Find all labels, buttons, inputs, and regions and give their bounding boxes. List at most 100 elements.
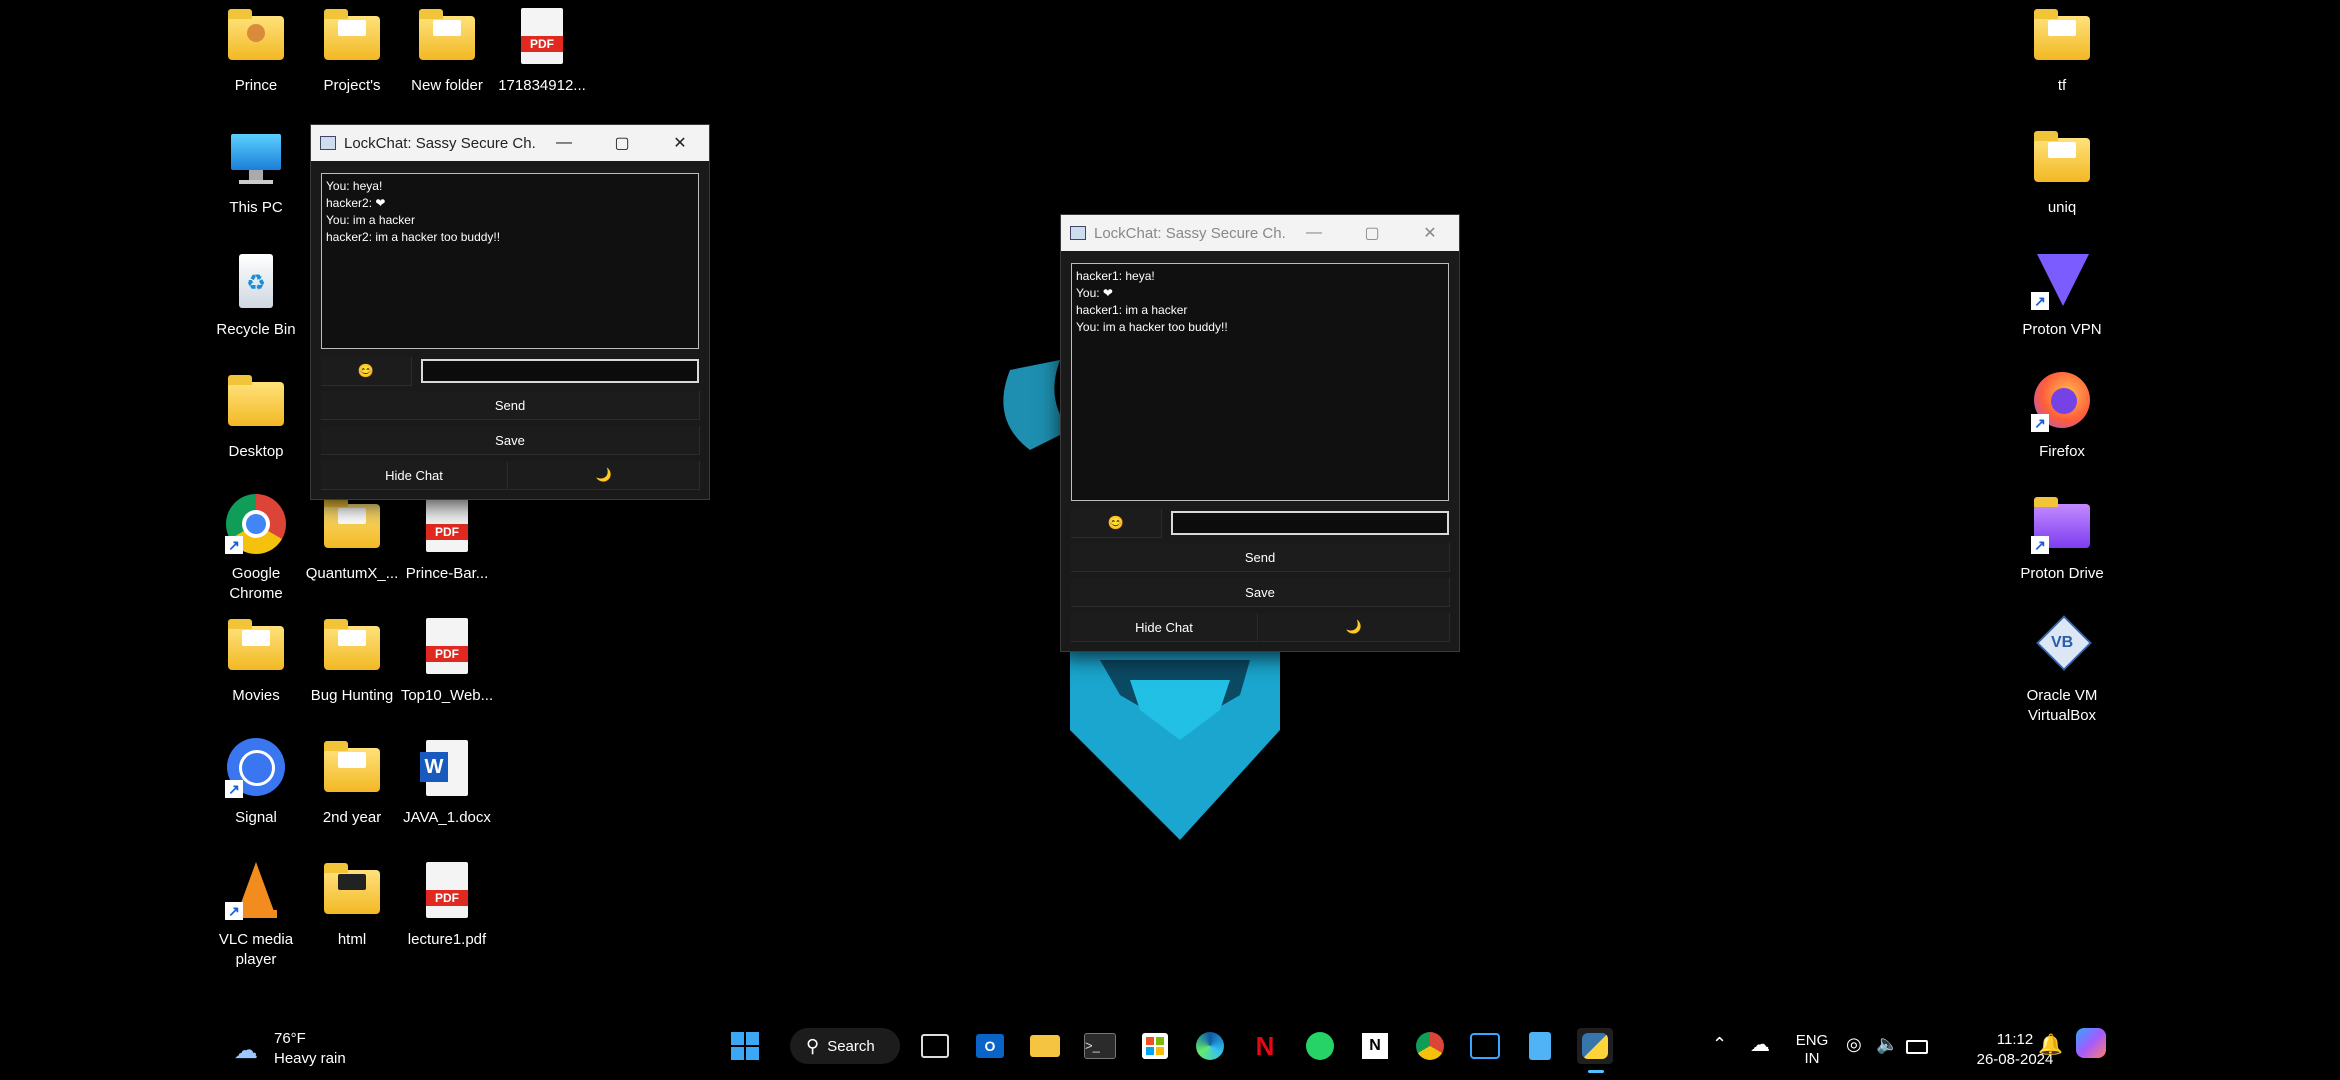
emoji-button[interactable]: 😊 bbox=[1071, 509, 1162, 538]
terminal-icon[interactable]: >_ bbox=[1082, 1028, 1118, 1064]
desktop-icon-label: Proton VPN bbox=[2022, 321, 2102, 338]
desktop-icon-label: JAVA_1.docx bbox=[403, 809, 491, 826]
language-indicator[interactable]: ENG IN bbox=[1792, 1032, 1832, 1068]
pdf-icon: PDF bbox=[416, 496, 478, 554]
desktop-icon-bug-hunting[interactable]: Bug Hunting bbox=[300, 618, 404, 706]
outlook-icon[interactable]: O bbox=[972, 1028, 1008, 1064]
desktop-icon-lecture1[interactable]: PDF lecture1.pdf bbox=[395, 862, 499, 950]
minimize-button[interactable]: — bbox=[535, 125, 593, 161]
windows-logo-icon bbox=[731, 1032, 759, 1060]
desktop-icon-prince-bar[interactable]: PDF Prince-Bar... bbox=[395, 496, 499, 584]
desktop-icon-movies[interactable]: Movies bbox=[204, 618, 308, 706]
desktop-icon-label: Desktop bbox=[228, 443, 284, 460]
microsoft-store-icon[interactable] bbox=[1137, 1028, 1173, 1064]
notification-bell-icon[interactable]: 🔔 bbox=[2038, 1032, 2063, 1057]
notion-icon[interactable]: N bbox=[1357, 1028, 1393, 1064]
desktop-icon-label: This PC bbox=[229, 199, 283, 216]
desktop-icon-signal[interactable]: ↗ Signal bbox=[204, 738, 308, 828]
maximize-button[interactable]: ▢ bbox=[1343, 215, 1401, 251]
start-button[interactable] bbox=[727, 1028, 763, 1064]
chat-message: hacker2: im a hacker too buddy!! bbox=[326, 230, 501, 244]
minimize-button[interactable]: — bbox=[1285, 215, 1343, 251]
desktop-icon-html[interactable]: html bbox=[300, 862, 404, 950]
proton-drive-icon: ↗ bbox=[2031, 496, 2093, 554]
folder-icon bbox=[321, 740, 383, 798]
chat-message: hacker1: heya! bbox=[1076, 269, 1155, 283]
desktop-icon-java-docx[interactable]: W JAVA_1.docx bbox=[395, 740, 499, 828]
desktop-icon-label: 2nd year bbox=[322, 809, 382, 826]
cloud-rain-icon: ☁ bbox=[234, 1037, 258, 1064]
hide-chat-button[interactable]: Hide Chat bbox=[1071, 613, 1258, 642]
computer-icon bbox=[225, 130, 287, 188]
desktop-icon-vlc[interactable]: ↗ VLC media player bbox=[204, 862, 308, 970]
whatsapp-icon[interactable] bbox=[1302, 1028, 1338, 1064]
desktop-icon-label: Recycle Bin bbox=[216, 321, 296, 338]
signal-icon: ↗ bbox=[225, 738, 287, 798]
notepad-icon[interactable] bbox=[1522, 1028, 1558, 1064]
maximize-button[interactable]: ▢ bbox=[593, 125, 651, 161]
desktop-icon-prince[interactable]: Prince bbox=[204, 8, 308, 96]
emoji-button[interactable]: 😊 bbox=[321, 357, 412, 386]
chevron-up-icon[interactable]: ⌃ bbox=[1712, 1034, 1727, 1055]
netflix-icon[interactable]: N bbox=[1247, 1028, 1283, 1064]
desktop-icon-google-chrome[interactable]: ↗ Google Chrome bbox=[204, 494, 308, 604]
folder-icon bbox=[416, 8, 478, 66]
save-button[interactable]: Save bbox=[321, 426, 700, 455]
desktop-icon-proton-vpn[interactable]: ↗ Proton VPN bbox=[2010, 252, 2114, 340]
lockchat-window-1[interactable]: LockChat: Sassy Secure Ch... — ▢ ✕ You: … bbox=[310, 124, 710, 500]
battery-icon[interactable] bbox=[1906, 1040, 1928, 1054]
file-explorer-icon[interactable] bbox=[1027, 1028, 1063, 1064]
chat-log[interactable]: You: heya! hacker2: ❤ You: im a hacker h… bbox=[321, 173, 699, 349]
title-bar[interactable]: LockChat: Sassy Secure Ch... — ▢ ✕ bbox=[311, 125, 709, 161]
title-bar[interactable]: LockChat: Sassy Secure Ch... — ▢ ✕ bbox=[1061, 215, 1459, 251]
close-button[interactable]: ✕ bbox=[1401, 215, 1459, 251]
snipping-tool-icon[interactable] bbox=[1467, 1028, 1503, 1064]
desktop-icon-label: Top10_Web... bbox=[400, 687, 494, 704]
theme-toggle-button[interactable]: 🌙 bbox=[509, 461, 700, 490]
desktop-icon-2nd-year[interactable]: 2nd year bbox=[300, 740, 404, 828]
python-icon[interactable] bbox=[1577, 1028, 1613, 1064]
hide-chat-button[interactable]: Hide Chat bbox=[321, 461, 508, 490]
desktop-icon-projects[interactable]: Project's bbox=[300, 8, 404, 96]
send-button[interactable]: Send bbox=[321, 391, 700, 420]
taskbar: ☁ 76°F Heavy rain ⚲ Search O >_ N N ⌃ ☁ … bbox=[0, 1014, 2340, 1080]
desktop-icon-tf[interactable]: tf bbox=[2010, 8, 2114, 96]
save-button[interactable]: Save bbox=[1071, 578, 1450, 607]
onedrive-icon[interactable]: ☁ bbox=[1750, 1032, 1770, 1057]
folder-icon bbox=[225, 618, 287, 676]
desktop-icon-label: QuantumX_... bbox=[305, 565, 399, 582]
desktop-icon-uniq[interactable]: uniq bbox=[2010, 130, 2114, 218]
desktop-icon-proton-drive[interactable]: ↗ Proton Drive bbox=[2010, 496, 2114, 584]
chat-message: hacker1: im a hacker bbox=[1076, 303, 1188, 317]
virtualbox-icon: VB bbox=[2031, 615, 2093, 676]
volume-icon[interactable]: 🔈 bbox=[1876, 1034, 1898, 1055]
desktop-icon-recycle-bin[interactable]: ♻ Recycle Bin bbox=[204, 252, 308, 340]
user-folder-icon bbox=[225, 8, 287, 66]
desktop-icon-firefox[interactable]: ↗ Firefox bbox=[2010, 372, 2114, 462]
desktop-icon-label: New folder bbox=[411, 77, 483, 94]
search-box[interactable]: ⚲ Search bbox=[790, 1028, 900, 1064]
close-button[interactable]: ✕ bbox=[651, 125, 709, 161]
desktop-icon-top10-web[interactable]: PDF Top10_Web... bbox=[395, 618, 499, 706]
message-input[interactable] bbox=[421, 359, 699, 383]
desktop-icon-this-pc[interactable]: This PC bbox=[204, 130, 308, 218]
copilot-icon[interactable] bbox=[2076, 1028, 2106, 1058]
chrome-taskbar-icon[interactable] bbox=[1412, 1028, 1448, 1064]
desktop-icon-desktop[interactable]: Desktop bbox=[204, 374, 308, 462]
message-input[interactable] bbox=[1171, 511, 1449, 535]
desktop-icon-171834912[interactable]: PDF 171834912... bbox=[490, 8, 594, 96]
lockchat-window-2[interactable]: LockChat: Sassy Secure Ch... — ▢ ✕ hacke… bbox=[1060, 214, 1460, 652]
folder-icon bbox=[2031, 130, 2093, 188]
chat-log[interactable]: hacker1: heya! You: ❤ hacker1: im a hack… bbox=[1071, 263, 1449, 501]
desktop-icon-virtualbox[interactable]: VB Oracle VM VirtualBox bbox=[2010, 615, 2114, 726]
edge-icon[interactable] bbox=[1192, 1028, 1228, 1064]
weather-widget[interactable]: ☁ 76°F Heavy rain bbox=[232, 1030, 372, 1070]
chat-message: You: ❤ bbox=[1076, 286, 1113, 300]
send-button[interactable]: Send bbox=[1071, 543, 1450, 572]
desktop-icon-new-folder[interactable]: New folder bbox=[395, 8, 499, 96]
network-icon[interactable]: ◎ bbox=[1846, 1034, 1862, 1055]
desktop-icon-quantumx[interactable]: QuantumX_... bbox=[300, 496, 404, 584]
recycle-bin-icon: ♻ bbox=[225, 252, 287, 310]
task-view-icon[interactable] bbox=[917, 1028, 953, 1064]
theme-toggle-button[interactable]: 🌙 bbox=[1259, 613, 1450, 642]
